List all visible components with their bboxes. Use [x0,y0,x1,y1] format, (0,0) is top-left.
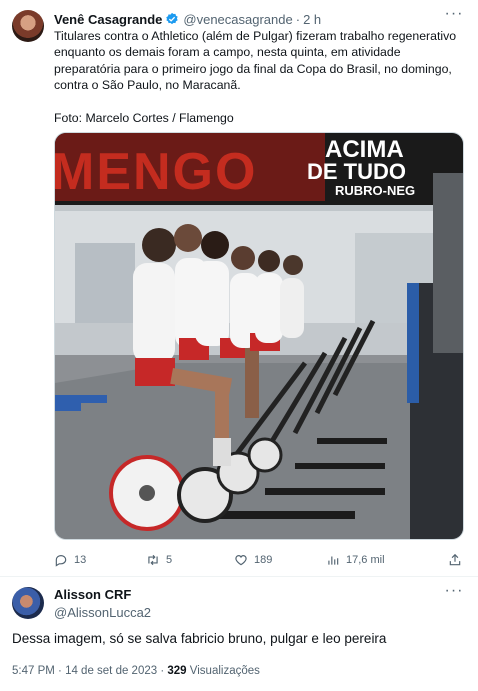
reply-text: Dessa imagem, só se salva fabricio bruno… [12,631,387,646]
share-icon [449,553,461,566]
tweet-text: Titulares contra o Athletico (além de Pu… [54,29,457,126]
tweet-header: Venê Casagrande @venecasagrande · 2 h [54,10,321,28]
banner-left: MENGO [55,143,257,201]
views-count: 17,6 mil [346,554,385,566]
banner-right-2: DE TUDO [307,159,406,184]
like-count: 189 [254,554,273,566]
like-icon [235,555,247,566]
gym-photo-illustration: MENGO ACIMA DE TUDO RUBRO-NEG [55,133,463,539]
banner-right-3: RUBRO-NEG [335,183,415,198]
tweet-actions: 13 5 189 17,6 mil [54,551,466,569]
reply-author-handle[interactable]: @AlissonLucca2 [54,605,151,621]
divider [0,576,478,577]
views-icon [328,556,339,565]
reply-avatar[interactable] [12,587,44,619]
more-icon[interactable]: ··· [444,583,464,601]
reply-action[interactable]: 13 [54,551,86,569]
retweet-count: 5 [166,554,173,566]
avatar[interactable] [12,10,44,42]
author-handle[interactable]: @venecasagrande [183,12,292,27]
author-name[interactable]: Venê Casagrande [54,12,162,27]
reply-time[interactable]: 5:47 PM [12,665,55,677]
reply-author-name[interactable]: Alisson CRF [54,587,151,603]
views-action[interactable]: 17,6 mil [326,551,385,569]
timestamp[interactable]: 2 h [303,12,321,27]
share-action[interactable] [448,551,462,569]
reply-views-count: 329 [167,665,187,677]
like-action[interactable]: 189 [234,551,272,569]
reply-metadata: 5:47 PM · 14 de set de 2023 · 329 Visual… [12,665,260,677]
retweet-action[interactable]: 5 [146,551,172,569]
reply-icon [55,555,67,567]
verified-icon [166,12,179,25]
separator-dot: · [295,11,301,27]
reply-count: 13 [74,554,87,566]
reply-header: Alisson CRF @AlissonLucca2 [54,587,151,621]
reply-date[interactable]: 14 de set de 2023 [65,665,157,677]
reply-views-label: Visualizações [189,665,260,677]
tweet[interactable]: Venê Casagrande @venecasagrande · 2 h ··… [0,0,478,576]
tweet-photo[interactable]: MENGO ACIMA DE TUDO RUBRO-NEG [54,132,464,540]
more-icon[interactable]: ··· [444,6,464,24]
retweet-icon [148,554,158,566]
